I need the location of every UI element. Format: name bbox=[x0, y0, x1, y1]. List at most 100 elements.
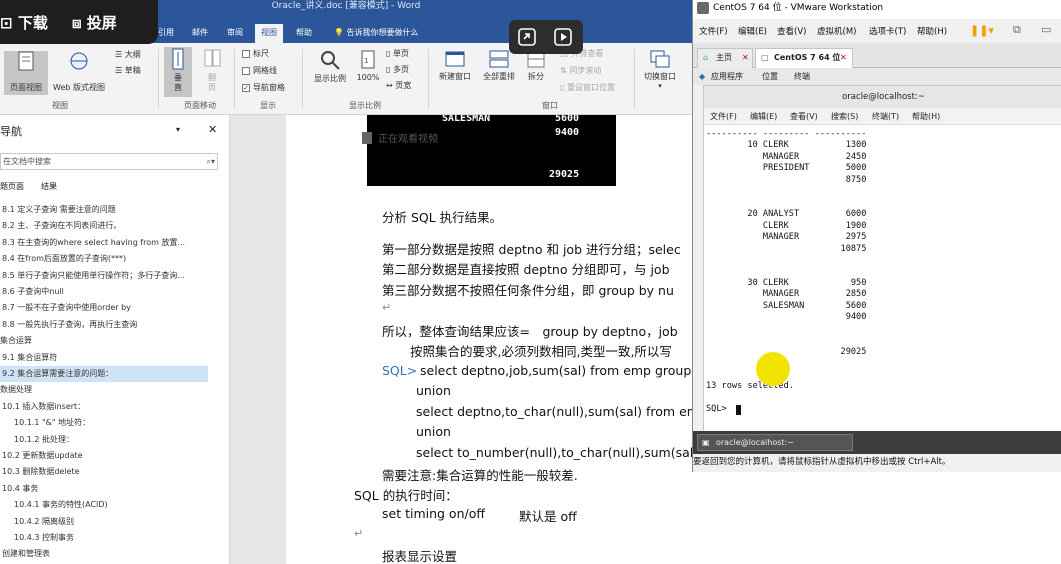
nav-heading-item[interactable]: 10.3 删除数据delete bbox=[0, 464, 208, 480]
download-button[interactable]: ⊡ 下载 bbox=[0, 12, 48, 33]
nav-heading-item[interactable]: 10.1.2 批处理： bbox=[0, 432, 208, 448]
download-label: 下载 bbox=[17, 14, 48, 32]
nav-tab-results[interactable]: 结果 bbox=[41, 181, 57, 192]
nav-heading-item[interactable]: 10.1 插入数据insert： bbox=[0, 399, 208, 415]
page-view-button[interactable]: 页面视图 bbox=[4, 51, 48, 95]
outline-icon: ☰ bbox=[115, 50, 125, 59]
exit-fullscreen-icon[interactable] bbox=[517, 27, 537, 47]
tab-view[interactable]: 视图 bbox=[255, 24, 283, 43]
pause-icon[interactable]: ❚❚▾ bbox=[970, 24, 994, 37]
paragraph-mark-icon: ↵ bbox=[382, 301, 392, 314]
gnome-terminal[interactable]: 终端 bbox=[794, 68, 810, 85]
nav-heading-item[interactable]: 10.1.1 "&" 地址符： bbox=[0, 415, 208, 431]
tab-review[interactable]: 审阅 bbox=[221, 24, 249, 43]
close-icon[interactable]: ✕ bbox=[208, 123, 217, 136]
nav-heading-item[interactable]: 8.5 单行子查询只能使用单行操作符；多行子查询... bbox=[0, 268, 208, 284]
vmware-status-text: 要返回到您的计算机，请将鼠标指针从虚拟机中移出或按 Ctrl+Alt。 bbox=[693, 457, 951, 467]
nav-search-input[interactable]: 在文档中搜索 ⌕▾ bbox=[0, 153, 218, 170]
terminal-menu-file[interactable]: 文件(F) bbox=[710, 108, 737, 125]
menu-vm[interactable]: 虚拟机(M) bbox=[817, 25, 856, 37]
terminal-menu-terminal[interactable]: 终端(T) bbox=[872, 108, 899, 125]
gridlines-checkbox[interactable]: 网格线 bbox=[242, 65, 277, 76]
page-width-button[interactable]: ↔ 页宽 bbox=[386, 80, 411, 91]
sync-scroll-label: 同步滚动 bbox=[569, 66, 602, 75]
zoom-button[interactable]: 显示比例 bbox=[308, 49, 352, 84]
ruler-checkbox[interactable]: 标尺 bbox=[242, 48, 269, 59]
multi-page-button[interactable]: ▯ 多页 bbox=[386, 64, 409, 75]
page-view-icon bbox=[18, 51, 34, 71]
nav-heading-item[interactable]: 8.2 主、子查询在不同表间进行。 bbox=[0, 218, 208, 234]
switch-window-button[interactable]: 切换窗口 ▾ bbox=[638, 49, 682, 90]
video-badge-icon bbox=[362, 132, 372, 144]
nav-options-icon[interactable]: ▾ bbox=[176, 125, 180, 134]
page-flip-button[interactable]: 翻页 bbox=[198, 47, 226, 97]
nav-heading-item[interactable]: 9.1 集合运算符 bbox=[0, 350, 208, 366]
taskbar-terminal-item[interactable]: ▣ oracle@localhost:~ bbox=[697, 434, 853, 451]
draft-button[interactable]: ☰ 草稿 bbox=[115, 65, 141, 76]
nav-pane-checkbox[interactable]: ✓ 导航窗格 bbox=[242, 82, 285, 93]
menu-help[interactable]: 帮助(H) bbox=[917, 25, 947, 37]
tell-me-search[interactable]: 💡 告诉我你想要做什么 bbox=[328, 24, 425, 43]
tab-mailings[interactable]: 邮件 bbox=[186, 24, 214, 43]
nav-heading-item[interactable]: 10.4.3 控制事务 bbox=[0, 530, 208, 546]
desktop-background bbox=[692, 472, 1061, 564]
close-icon[interactable]: ✕ bbox=[840, 49, 847, 67]
nav-heading-item[interactable]: 数据处理 bbox=[0, 382, 208, 398]
reset-position-label: 重设窗口位置 bbox=[566, 83, 615, 92]
new-window-icon bbox=[445, 51, 465, 67]
terminal-title-bar: oracle@localhost:~ bbox=[704, 86, 1061, 108]
nav-search-placeholder: 在文档中搜索 bbox=[3, 157, 51, 166]
nav-heading-item[interactable]: 8.6 子查询中null bbox=[0, 284, 208, 300]
terminal-line: MANAGER 2850 bbox=[706, 289, 867, 300]
video-play-icon[interactable] bbox=[553, 27, 575, 47]
tab-home[interactable]: ⌂ 主页 ✕ bbox=[697, 48, 753, 68]
checkbox-icon bbox=[242, 49, 250, 58]
search-icon[interactable]: ⌕▾ bbox=[207, 154, 216, 169]
menu-view[interactable]: 查看(V) bbox=[777, 25, 806, 37]
cast-button[interactable]: ⧈ 投屏 bbox=[72, 12, 117, 33]
nav-heading-item[interactable]: 10.4.1 事务的特性(ACID) bbox=[0, 497, 208, 513]
nav-heading-item[interactable]: 9.2 集合运算需要注意的问题： bbox=[0, 366, 208, 382]
web-layout-button[interactable]: Web 版式视图 bbox=[48, 51, 110, 95]
nav-tab-headings[interactable]: 标题 bbox=[0, 181, 8, 192]
one-page-button[interactable]: ▯ 单页 bbox=[386, 48, 409, 59]
terminal-menu-search[interactable]: 搜索(S) bbox=[831, 108, 858, 125]
vertical-button[interactable]: 垂直 bbox=[164, 47, 192, 97]
nav-heading-item[interactable]: 10.4 事务 bbox=[0, 481, 208, 497]
gnome-applications[interactable]: 应用程序 bbox=[711, 68, 743, 85]
arrange-all-label: 全部重排 bbox=[483, 72, 515, 81]
vmware-title: CentOS 7 64 位 - VMware Workstation bbox=[713, 3, 884, 13]
zoom-100-button[interactable]: 1 100% bbox=[354, 49, 382, 82]
close-icon[interactable]: ✕ bbox=[742, 49, 749, 67]
nav-heading-item[interactable]: 8.1 定义子查询 需要注意的问题 bbox=[0, 202, 208, 218]
terminal-output[interactable]: ---------- --------- ---------- 10 CLERK… bbox=[704, 125, 1061, 432]
nav-heading-item[interactable]: 10.2 更新数据update bbox=[0, 448, 208, 464]
outline-button[interactable]: ☰ 大纲 bbox=[115, 49, 141, 60]
menu-file[interactable]: 文件(F) bbox=[699, 25, 728, 37]
nav-tab-pages[interactable]: 页面 bbox=[8, 181, 24, 192]
gnome-places[interactable]: 位置 bbox=[762, 68, 778, 85]
tab-help[interactable]: 帮助 bbox=[290, 24, 318, 43]
nav-heading-item[interactable]: 创建和管理表 bbox=[0, 546, 208, 562]
nav-heading-item[interactable]: 8.3 在主查询的where select having from 放置... bbox=[0, 235, 208, 251]
nav-heading-item[interactable]: 8.4 在from后面放置的子查询(***) bbox=[0, 251, 208, 267]
menu-edit[interactable]: 编辑(E) bbox=[738, 25, 767, 37]
fullscreen-icon[interactable]: ▭ bbox=[1041, 23, 1051, 36]
nav-heading-item[interactable]: 集合运算 bbox=[0, 333, 208, 349]
terminal-menu-edit[interactable]: 编辑(E) bbox=[750, 108, 777, 125]
menu-tabs[interactable]: 选项卡(T) bbox=[869, 25, 906, 37]
new-window-button[interactable]: 新建窗口 bbox=[434, 49, 476, 82]
snapshot-icon[interactable]: ⧉ bbox=[1013, 23, 1021, 37]
doc-heading: SQL 的执行时间： bbox=[354, 488, 458, 503]
sync-scroll-button[interactable]: ⇅ 同步滚动 bbox=[560, 65, 601, 76]
terminal-menu-view[interactable]: 查看(V) bbox=[790, 108, 818, 125]
doc-line: 第一部分数据是按照 deptno 和 job 进行分组；selec bbox=[382, 242, 681, 257]
new-window-label: 新建窗口 bbox=[439, 72, 471, 81]
tab-centos[interactable]: ▢ CentOS 7 64 位 ✕ bbox=[755, 48, 853, 68]
reset-position-button[interactable]: ▯ 重设窗口位置 bbox=[560, 82, 615, 93]
zoom-100-icon: 1 bbox=[361, 50, 375, 69]
nav-heading-item[interactable]: 10.4.2 隔离级别 bbox=[0, 514, 208, 530]
nav-heading-item[interactable]: 8.7 一般不在子查询中使用order by bbox=[0, 300, 208, 316]
terminal-menu-help[interactable]: 帮助(H) bbox=[912, 108, 940, 125]
nav-heading-item[interactable]: 8.8 一般先执行子查询，再执行主查询 bbox=[0, 317, 208, 333]
